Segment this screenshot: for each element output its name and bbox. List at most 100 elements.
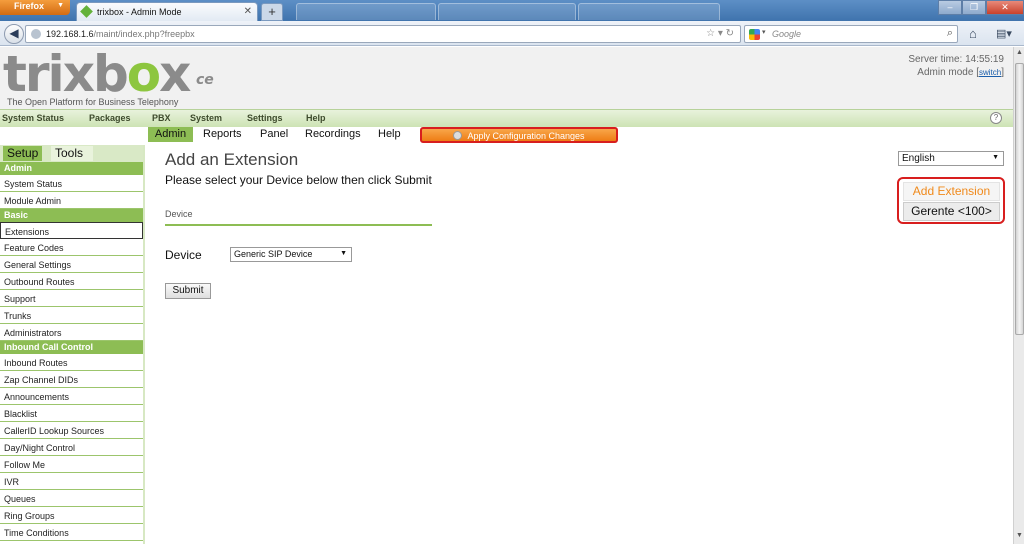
sidebar-item-ring-groups[interactable]: Ring Groups [0, 507, 143, 524]
extension-list-box: Add Extension Gerente <100> [897, 177, 1005, 224]
fieldset-divider [165, 224, 432, 226]
browser-titlebar: Firefox ▼ trixbox - Admin Mode ✕ + – ❐ ✕ [0, 0, 1024, 21]
scrollbar-thumb[interactable] [1015, 63, 1024, 335]
gear-icon [453, 131, 463, 140]
menu-settings[interactable]: Settings [247, 113, 283, 123]
sub-navigation: Admin Reports Panel Recordings Help Appl… [0, 127, 1013, 143]
switch-link[interactable]: switch [979, 68, 1001, 77]
sidebar-item-support[interactable]: Support [0, 290, 143, 307]
firefox-menu-label: Firefox [14, 1, 45, 11]
submit-button[interactable]: Submit [165, 283, 211, 299]
sidebar-item-trunks[interactable]: Trunks [0, 307, 143, 324]
menu-help[interactable]: Help [306, 113, 326, 123]
subnav-admin[interactable]: Admin [148, 127, 193, 142]
sidebar-item-announcements[interactable]: Announcements [0, 388, 143, 405]
browser-tab-background[interactable] [296, 3, 436, 20]
chevron-down-icon: ▼ [340, 250, 347, 257]
sidebar: Setup Tools Admin System Status Module Adm… [0, 145, 145, 544]
sidebar-item-callerid-lookup-sources[interactable]: CallerID Lookup Sources [0, 422, 143, 439]
search-icon[interactable]: ⌕ [947, 27, 953, 40]
extension-item[interactable]: Gerente <100> [903, 202, 1000, 221]
subnav-reports[interactable]: Reports [203, 128, 242, 140]
apply-configuration-button[interactable]: Apply Configuration Changes [420, 127, 618, 143]
new-tab-button[interactable]: + [261, 3, 283, 21]
back-button[interactable]: ◀ [4, 24, 24, 44]
language-select[interactable]: English ▼ [898, 151, 1004, 166]
server-time: Server time: 14:55:19 [908, 54, 1004, 65]
sidebar-item-follow-me[interactable]: Follow Me [0, 456, 143, 473]
device-label: Device [165, 248, 202, 262]
search-bar[interactable]: ▾ Google ⌕ [744, 25, 958, 43]
sidebar-item-ivr[interactable]: IVR [0, 473, 143, 490]
bookmarks-menu-icon[interactable]: ▤▾ [996, 27, 1012, 40]
sidebar-section-header: Admin [0, 162, 143, 175]
admin-mode-label: Admin mode [switch] [917, 67, 1004, 78]
page-title: Add an Extension [165, 150, 299, 169]
sidebar-section-header: Inbound Call Control [0, 341, 143, 354]
chevron-down-icon: ▼ [57, 2, 64, 9]
chevron-down-icon[interactable]: ▾ [762, 28, 766, 36]
minimize-button[interactable]: – [938, 0, 962, 15]
search-placeholder: Google [772, 29, 802, 39]
browser-tab-active[interactable]: trixbox - Admin Mode ✕ [76, 2, 258, 21]
home-icon[interactable]: ⌂ [969, 26, 977, 41]
menu-pbx[interactable]: PBX [152, 113, 171, 123]
language-select-value: English [902, 153, 935, 164]
url-bar[interactable]: 192.168.1.6/maint/index.php?freepbx ☆ ▾ … [25, 25, 741, 43]
page-scrollbar[interactable]: ▲ ▼ [1013, 47, 1024, 544]
subnav-panel[interactable]: Panel [260, 128, 288, 140]
sidebar-item-system-status[interactable]: System Status [0, 175, 143, 192]
site-identity-icon[interactable] [31, 29, 41, 39]
maximize-button[interactable]: ❐ [962, 0, 986, 15]
sidebar-item-time-conditions[interactable]: Time Conditions [0, 524, 143, 541]
tab-setup[interactable]: Setup [3, 146, 43, 161]
url-host: 192.168.1.6 [46, 29, 94, 39]
tagline: The Open Platform for Business Telephony [7, 97, 179, 107]
fieldset-legend: Device [165, 209, 193, 219]
tab-tools[interactable]: Tools [51, 146, 93, 161]
sidebar-item-module-admin[interactable]: Module Admin [0, 192, 143, 209]
chevron-down-icon: ▼ [992, 154, 999, 161]
google-icon [749, 29, 760, 40]
bookmark-star-icon[interactable]: ☆ ▾ ↻ [706, 28, 734, 39]
sidebar-list: Admin System Status Module Admin Basic Exten… [0, 162, 143, 541]
sidebar-tabs: Setup Tools [0, 145, 143, 162]
scroll-up-icon[interactable]: ▲ [1015, 49, 1024, 59]
sidebar-item-extensions[interactable]: Extensions [0, 222, 143, 239]
tab-title: trixbox - Admin Mode [97, 7, 182, 17]
device-select-value: Generic SIP Device [234, 249, 313, 259]
sidebar-item-queues[interactable]: Queues [0, 490, 143, 507]
sidebar-item-zap-channel-dids[interactable]: Zap Channel DIDs [0, 371, 143, 388]
sidebar-item-day-night-control[interactable]: Day/Night Control [0, 439, 143, 456]
browser-tab-background[interactable] [438, 3, 576, 20]
tab-close-icon[interactable]: ✕ [244, 6, 252, 17]
top-menu: System Status Packages PBX System Settin… [0, 109, 1013, 127]
sidebar-item-administrators[interactable]: Administrators [0, 324, 143, 341]
browser-navbar: ◀ 192.168.1.6/maint/index.php?freepbx ☆ … [0, 21, 1024, 46]
trixbox-header: trixbox ce The Open Platform for Busines… [0, 47, 1013, 109]
page-instructions: Please select your Device below then cli… [165, 173, 432, 187]
menu-system-status[interactable]: System Status [2, 113, 64, 123]
scroll-down-icon[interactable]: ▼ [1015, 532, 1024, 542]
trixbox-logo: trixbox ce [3, 47, 214, 103]
menu-system[interactable]: System [190, 113, 222, 123]
subnav-help[interactable]: Help [378, 128, 401, 140]
trixbox-favicon-icon [80, 5, 93, 18]
sidebar-item-outbound-routes[interactable]: Outbound Routes [0, 273, 143, 290]
add-extension-link[interactable]: Add Extension [903, 182, 1000, 201]
sidebar-item-blacklist[interactable]: Blacklist [0, 405, 143, 422]
subnav-recordings[interactable]: Recordings [305, 128, 361, 140]
sidebar-item-inbound-routes[interactable]: Inbound Routes [0, 354, 143, 371]
sidebar-item-feature-codes[interactable]: Feature Codes [0, 239, 143, 256]
page-content: trixbox ce The Open Platform for Busines… [0, 47, 1013, 544]
apply-label: Apply Configuration Changes [467, 131, 585, 141]
sidebar-item-general-settings[interactable]: General Settings [0, 256, 143, 273]
url-path: /maint/index.php?freepbx [93, 29, 195, 39]
sidebar-section-header: Basic [0, 209, 143, 222]
firefox-menu-button[interactable]: Firefox ▼ [0, 0, 70, 15]
menu-packages[interactable]: Packages [89, 113, 131, 123]
device-select[interactable]: Generic SIP Device ▼ [230, 247, 352, 262]
close-window-button[interactable]: ✕ [986, 0, 1024, 15]
browser-tab-background[interactable] [578, 3, 720, 20]
help-icon[interactable]: ? [990, 112, 1002, 124]
